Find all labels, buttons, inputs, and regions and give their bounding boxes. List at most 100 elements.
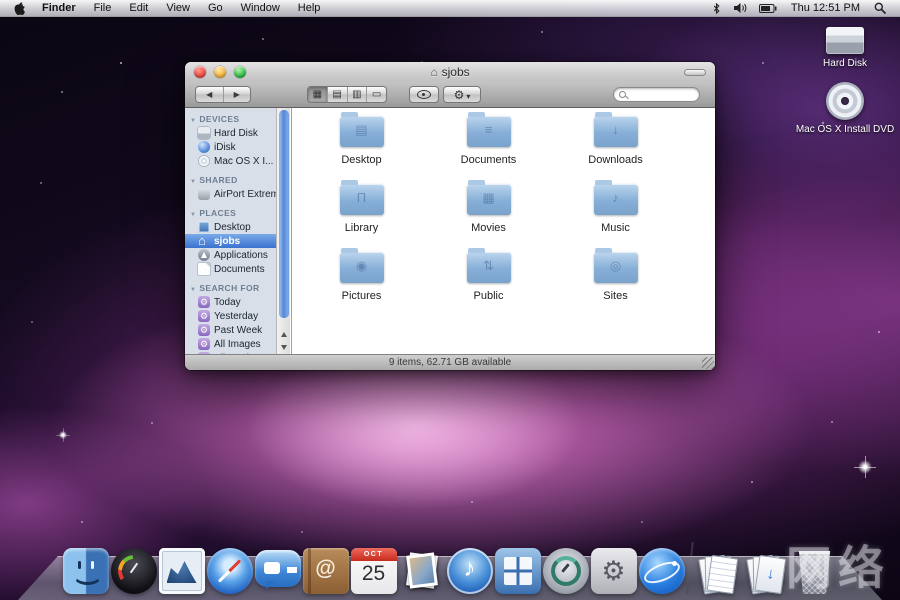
dock-item-front-row[interactable] <box>638 544 685 594</box>
disclosure-triangle-icon <box>190 175 196 185</box>
dock-item-finder[interactable] <box>62 544 109 594</box>
dock-item-ichat[interactable] <box>254 544 301 594</box>
dvd-disc-icon <box>826 82 864 120</box>
apple-menu-icon[interactable] <box>8 0 33 17</box>
folder-library[interactable]: ΠLibrary <box>298 178 425 246</box>
folder-downloads[interactable]: ↓Downloads <box>552 110 679 178</box>
spotlight-icon[interactable] <box>868 0 892 17</box>
dock-item-safari[interactable] <box>206 544 253 594</box>
finder-window: sjobs DEVICES Hard Disk <box>185 62 715 370</box>
column-view-button[interactable] <box>347 87 367 102</box>
eye-icon <box>417 90 431 99</box>
sidebar-item-idisk[interactable]: iDisk <box>185 140 276 154</box>
smart-folder-icon <box>198 324 210 336</box>
hard-disk-icon <box>198 127 210 139</box>
quick-look-button[interactable] <box>409 86 439 103</box>
scroll-down-arrow[interactable] <box>281 345 287 350</box>
folder-icon: ▤ <box>340 116 384 147</box>
folder-movies[interactable]: ▦Movies <box>425 178 552 246</box>
sidebar-item-applications[interactable]: Applications <box>185 248 276 262</box>
dock-item-itunes[interactable] <box>446 544 493 594</box>
folder-desktop[interactable]: ▤Desktop <box>298 110 425 178</box>
devices-header[interactable]: DEVICES <box>185 112 276 126</box>
folder-glyph: ≡ <box>467 122 511 137</box>
battery-icon[interactable] <box>753 0 783 17</box>
bluetooth-icon[interactable] <box>706 0 727 17</box>
desktop-icon-hard-disk[interactable]: Hard Disk <box>806 27 884 69</box>
menu-window[interactable]: Window <box>232 0 289 17</box>
stack-paper <box>754 555 786 594</box>
dock-item-documents-stack[interactable] <box>695 544 742 594</box>
sidebar-item-yesterday[interactable]: Yesterday <box>185 309 276 323</box>
sidebar-item-airport-extreme[interactable]: AirPort Extreme <box>185 187 276 201</box>
sidebar-section-shared: SHARED AirPort Extreme <box>185 173 276 201</box>
icon-view-button[interactable] <box>308 87 327 102</box>
hard-disk-label: Hard Disk <box>823 58 867 69</box>
folder-grid: ▤Desktop ≡Documents ↓Downloads ΠLibrary … <box>292 108 715 314</box>
folder-public[interactable]: ⇅Public <box>425 246 552 314</box>
back-button[interactable] <box>196 87 223 102</box>
minimize-button[interactable] <box>214 66 226 78</box>
sidebar-item-past-week[interactable]: Past Week <box>185 323 276 337</box>
view-switcher <box>307 86 387 103</box>
dock-item-spaces[interactable] <box>494 544 541 594</box>
disclosure-triangle-icon <box>190 208 196 218</box>
list-view-button[interactable] <box>327 87 347 102</box>
folder-glyph: ♪ <box>594 190 638 205</box>
search-for-header[interactable]: SEARCH FOR <box>185 281 276 295</box>
folder-glyph: ⇅ <box>467 258 511 274</box>
idisk-icon <box>198 141 210 153</box>
folder-icon: Π <box>340 184 384 215</box>
scroll-up-arrow[interactable] <box>281 332 287 337</box>
folder-documents[interactable]: ≡Documents <box>425 110 552 178</box>
toolbar-toggle-button[interactable] <box>684 69 706 76</box>
menu-go[interactable]: Go <box>199 0 232 17</box>
folder-pictures[interactable]: ◉Pictures <box>298 246 425 314</box>
close-button[interactable] <box>194 66 206 78</box>
smart-folder-icon <box>198 338 210 350</box>
menu-file[interactable]: File <box>85 0 121 17</box>
app-menu-finder[interactable]: Finder <box>33 0 85 17</box>
desktop-icon <box>198 221 210 233</box>
sidebar-scrollbar[interactable] <box>276 108 290 354</box>
sidebar-item-install-disk[interactable]: Mac OS X I... <box>185 154 276 168</box>
dock-item-time-machine[interactable] <box>542 544 589 594</box>
dock-item-dashboard[interactable] <box>110 544 157 594</box>
zoom-button[interactable] <box>234 66 246 78</box>
sidebar-item-hard-disk[interactable]: Hard Disk <box>185 126 276 140</box>
volume-icon[interactable] <box>727 0 753 17</box>
menu-edit[interactable]: Edit <box>120 0 157 17</box>
action-menu-button[interactable] <box>443 86 481 103</box>
dock-item-address-book[interactable] <box>302 544 349 594</box>
search-input[interactable] <box>613 87 700 102</box>
menu-help[interactable]: Help <box>289 0 330 17</box>
forward-button[interactable] <box>223 87 251 102</box>
resize-grip[interactable] <box>702 357 714 369</box>
window-titlebar[interactable]: sjobs <box>185 62 715 82</box>
airport-icon <box>198 188 210 200</box>
dock-item-ical[interactable]: OCT 25 <box>350 544 397 594</box>
sidebar-item-today[interactable]: Today <box>185 295 276 309</box>
folder-music[interactable]: ♪Music <box>552 178 679 246</box>
sidebar-item-documents[interactable]: Documents <box>185 262 276 276</box>
dock-item-preview[interactable] <box>398 544 445 594</box>
desktop-icon-install-dvd[interactable]: Mac OS X Install DVD <box>790 82 900 135</box>
dock-item-downloads-stack[interactable] <box>743 544 790 594</box>
scrollbar-arrows <box>277 330 290 352</box>
coverflow-view-button[interactable] <box>366 87 386 102</box>
folder-sites[interactable]: ◎Sites <box>552 246 679 314</box>
scrollbar-thumb[interactable] <box>279 110 289 318</box>
menu-clock[interactable]: Thu 12:51 PM <box>783 0 868 17</box>
sidebar-item-sjobs[interactable]: sjobs <box>185 234 276 248</box>
preview-icon <box>399 548 445 594</box>
smart-folder-icon <box>198 296 210 308</box>
sidebar-item-all-images[interactable]: All Images <box>185 337 276 351</box>
places-header[interactable]: PLACES <box>185 206 276 220</box>
menu-view[interactable]: View <box>157 0 199 17</box>
safari-icon <box>207 548 253 594</box>
sidebar-item-desktop[interactable]: Desktop <box>185 220 276 234</box>
dock-item-mail[interactable] <box>158 544 205 594</box>
dock-item-system-preferences[interactable] <box>590 544 637 594</box>
stack-paper <box>706 555 738 594</box>
shared-header[interactable]: SHARED <box>185 173 276 187</box>
